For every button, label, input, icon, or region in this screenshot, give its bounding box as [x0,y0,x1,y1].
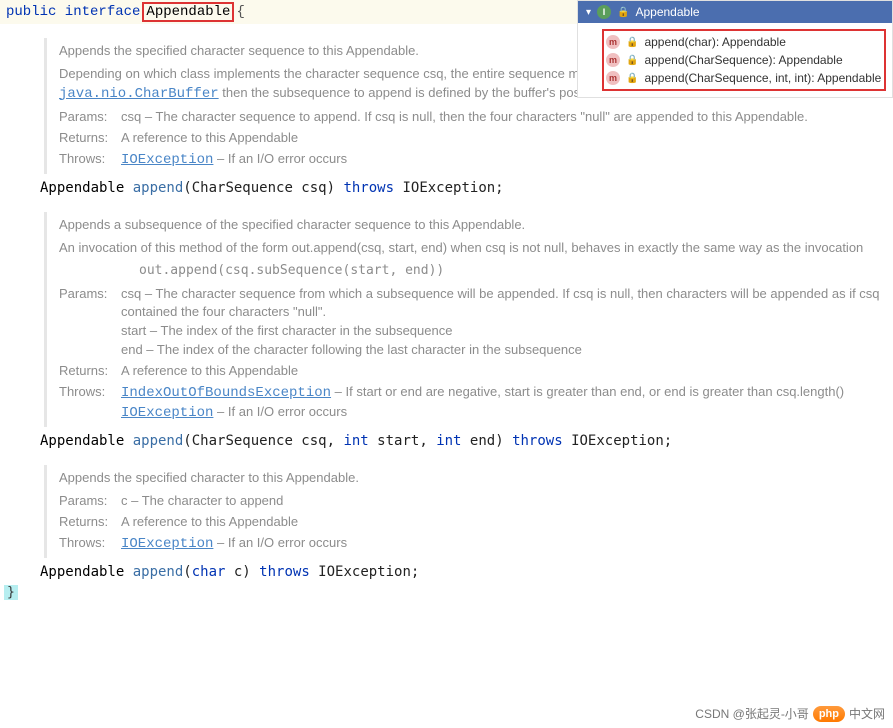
javadoc-throws-row: Throws: IOException – If an I/O error oc… [59,534,893,554]
sig-params: ( [183,564,191,580]
method-name: append [133,433,184,449]
javadoc-returns-row: Returns: A reference to this Appendable [59,513,893,532]
sig-throws-type: IOException; [310,564,420,580]
sig-params: c) [225,564,259,580]
params-value: csq – The character sequence to append. … [121,108,893,127]
method-signature: Appendable append(CharSequence csq, int … [40,433,893,449]
structure-title: Appendable [635,5,699,19]
exception-link[interactable]: IndexOutOfBoundsException [121,385,331,401]
javadoc-block: Appends a subsequence of the specified c… [44,212,893,427]
sig-throws-type: IOException; [394,180,504,196]
method-label: append(char): Appendable [644,35,785,49]
watermark-left: CSDN @张起灵-小哥 [695,705,809,722]
keyword-int: int [436,433,461,449]
throws-desc: – If an I/O error occurs [213,151,347,166]
keyword-throws: throws [512,433,563,449]
throws-label: Throws: [59,150,121,170]
sig-params: (CharSequence csq) [183,180,343,196]
javadoc-summary: Appends a subsequence of the specified c… [59,216,893,235]
method-signature: Appendable append(char c) throws IOExcep… [40,564,893,580]
lock-icon: 🔒 [617,7,629,18]
javadoc-code-sample: out.append(csq.subSequence(start, end)) [59,262,893,281]
method-icon: m [606,71,620,85]
php-badge-icon: php [813,706,845,722]
structure-method-item[interactable]: m 🔒 append(CharSequence): Appendable [606,51,882,69]
lock-icon: 🔒 [626,55,638,66]
lock-icon: 🔒 [626,73,638,84]
javadoc-returns-row: Returns: A reference to this Appendable [59,129,893,148]
method-label: append(CharSequence, int, int): Appendab… [644,71,881,85]
throws-label: Throws: [59,383,121,424]
params-label: Params: [59,108,121,127]
javadoc-params-row: Params: csq – The character sequence fro… [59,285,893,360]
returns-value: A reference to this Appendable [121,513,893,532]
javadoc-summary: Appends the specified character to this … [59,469,893,488]
javadoc-params-row: Params: c – The character to append [59,492,893,511]
params-value: c – The character to append [121,492,893,511]
return-type: Appendable [40,433,133,449]
javadoc-detail: An invocation of this method of the form… [59,239,893,258]
keyword-throws: throws [259,564,310,580]
throws-desc: – If start or end are negative, start is… [331,384,844,399]
returns-label: Returns: [59,362,121,381]
method-name: append [133,180,184,196]
params-label: Params: [59,285,121,360]
interface-name-highlight: Appendable [142,2,234,22]
params-label: Params: [59,492,121,511]
params-value: csq – The character sequence from which … [121,285,893,360]
javadoc-returns-row: Returns: A reference to this Appendable [59,362,893,381]
method-icon: m [606,53,620,67]
method-signature: Appendable append(CharSequence csq) thro… [40,180,893,196]
keyword-throws: throws [343,180,394,196]
keyword-public-interface: public interface [6,4,140,20]
javadoc-params-row: Params: csq – The character sequence to … [59,108,893,127]
structure-panel[interactable]: ▾ I 🔒 Appendable m 🔒 append(char): Appen… [577,0,893,98]
throws-desc: – If an I/O error occurs [213,535,347,550]
javadoc-block: Appends the specified character to this … [44,465,893,558]
method-icon: m [606,35,620,49]
structure-method-item[interactable]: m 🔒 append(CharSequence, int, int): Appe… [606,69,882,87]
sig-params: end) [461,433,512,449]
structure-body: m 🔒 append(char): Appendable m 🔒 append(… [578,23,892,97]
structure-method-item[interactable]: m 🔒 append(char): Appendable [606,33,882,51]
watermark-right: 中文网 [849,705,885,722]
javadoc-throws-row: Throws: IOException – If an I/O error oc… [59,150,893,170]
structure-header[interactable]: ▾ I 🔒 Appendable [578,1,892,23]
sig-throws-type: IOException; [563,433,673,449]
returns-label: Returns: [59,129,121,148]
open-brace: { [236,4,244,20]
interface-icon: I [597,5,611,19]
returns-value: A reference to this Appendable [121,129,893,148]
methods-highlight-box: m 🔒 append(char): Appendable m 🔒 append(… [602,29,886,91]
exception-link[interactable]: IOException [121,152,213,168]
sig-params: start, [369,433,436,449]
sig-params: (CharSequence csq, [183,433,343,449]
return-type: Appendable [40,564,133,580]
keyword-char: char [192,564,226,580]
exception-link[interactable]: IOException [121,405,213,421]
throws-value: IOException – If an I/O error occurs [121,534,893,554]
throws-label: Throws: [59,534,121,554]
watermark: CSDN @张起灵-小哥 php 中文网 [695,705,885,722]
exception-link[interactable]: IOException [121,536,213,552]
type-link[interactable]: java.nio.CharBuffer [59,86,219,102]
throws-value: IOException – If an I/O error occurs [121,150,893,170]
method-label: append(CharSequence): Appendable [644,53,842,67]
lock-icon: 🔒 [626,37,638,48]
keyword-int: int [343,433,368,449]
javadoc-throws-row: Throws: IndexOutOfBoundsException – If s… [59,383,893,424]
returns-label: Returns: [59,513,121,532]
throws-desc: – If an I/O error occurs [213,404,347,419]
throws-value: IndexOutOfBoundsException – If start or … [121,383,893,424]
return-type: Appendable [40,180,133,196]
method-name: append [133,564,184,580]
chevron-down-icon[interactable]: ▾ [586,7,591,18]
returns-value: A reference to this Appendable [121,362,893,381]
close-brace: } [4,585,18,600]
